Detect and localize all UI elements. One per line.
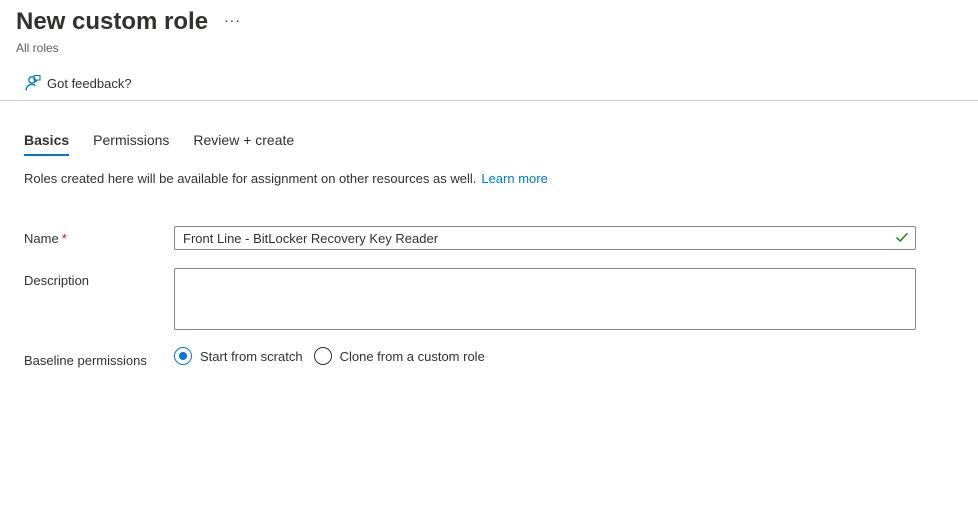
radio-label: Clone from a custom role: [339, 348, 485, 364]
baseline-permissions-label: Baseline permissions: [24, 353, 147, 368]
radio-button-unselected[interactable]: [313, 347, 332, 365]
tab-permissions[interactable]: Permissions: [93, 130, 169, 156]
page-title: New custom role: [16, 8, 209, 35]
radio-clone-custom-role[interactable]: Clone from a custom role: [313, 347, 485, 365]
tab-basics[interactable]: Basics: [24, 130, 70, 156]
feedback-icon: [25, 74, 41, 91]
tab-review-create[interactable]: Review + create: [193, 130, 294, 156]
baseline-permissions-radio-group: Start from scratch Clone from a custom r…: [174, 347, 496, 365]
header-divider: [0, 100, 978, 101]
tab-bar: Basics Permissions Review + create: [24, 130, 318, 156]
name-field[interactable]: [174, 226, 916, 250]
name-input[interactable]: [175, 227, 883, 249]
description-input[interactable]: [175, 269, 915, 329]
intro-description: Roles created here will be available for…: [24, 171, 477, 186]
description-field[interactable]: [174, 268, 916, 330]
description-label: Description: [24, 273, 90, 288]
required-marker: *: [61, 231, 67, 246]
intro-text: Roles created here will be available for…: [24, 171, 548, 186]
feedback-label: Got feedback?: [47, 75, 132, 91]
radio-label: Start from scratch: [200, 348, 303, 364]
breadcrumb[interactable]: All roles: [16, 41, 59, 55]
name-label-text: Name: [24, 231, 59, 246]
radio-button-selected[interactable]: [174, 347, 192, 365]
checkmark-icon: [896, 232, 909, 242]
feedback-button[interactable]: Got feedback?: [16, 70, 132, 96]
learn-more-link[interactable]: Learn more: [481, 171, 547, 186]
name-label: Name *: [24, 231, 67, 246]
more-options-button[interactable]: ···: [224, 12, 241, 28]
radio-start-from-scratch[interactable]: Start from scratch: [174, 347, 303, 365]
